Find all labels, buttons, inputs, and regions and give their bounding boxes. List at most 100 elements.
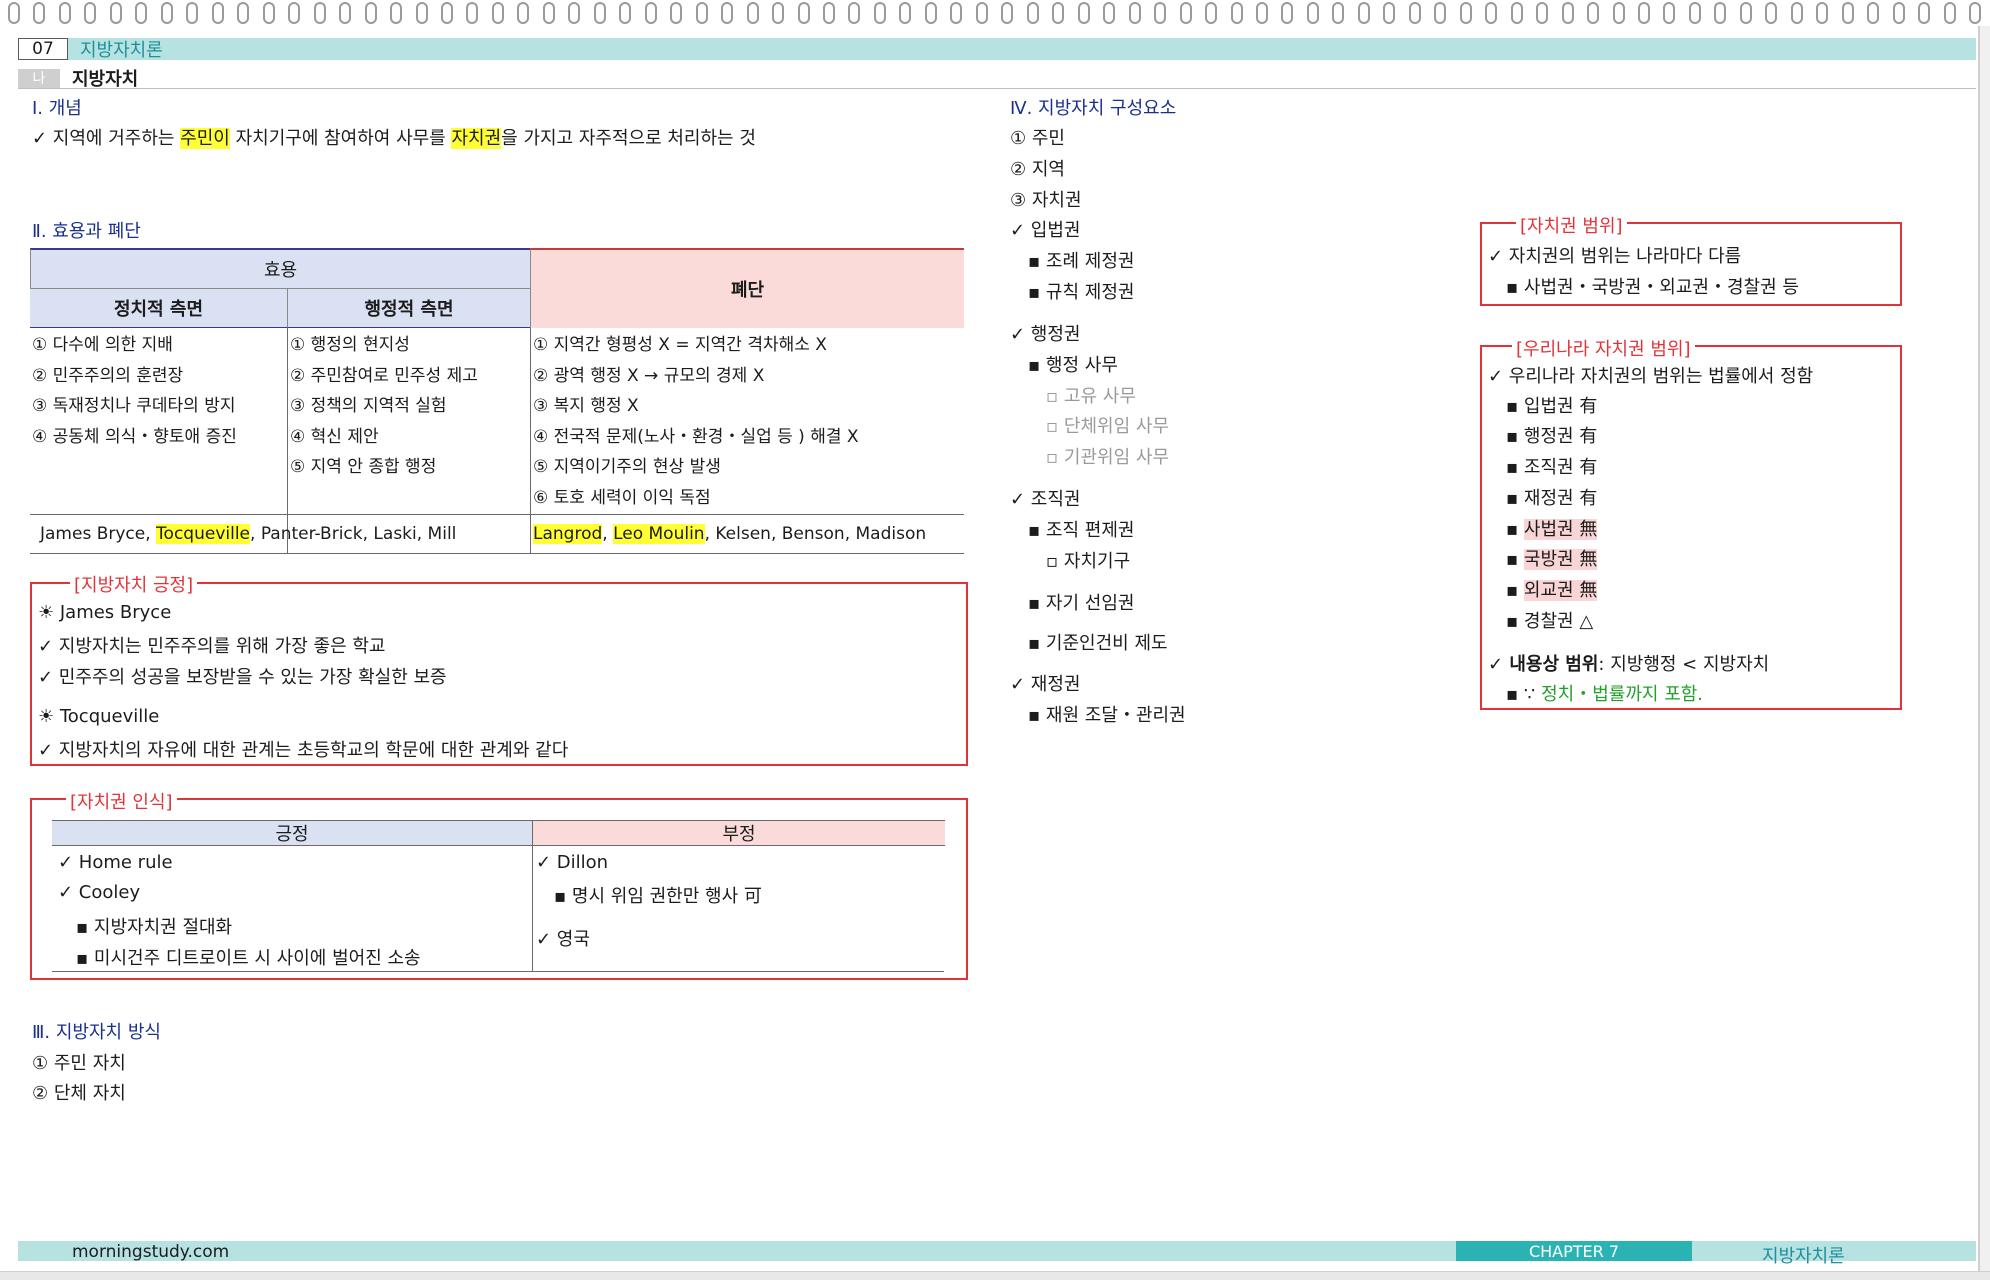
dem-item: ⑤ 지역이기주의 현상 발생 bbox=[533, 457, 721, 477]
binding-ring bbox=[1739, 2, 1752, 24]
pol-item: ② 민주주의의 훈련장 bbox=[32, 365, 184, 386]
adm-item: ③ 정책의 지역적 실험 bbox=[290, 396, 447, 416]
binding-ring bbox=[695, 2, 708, 24]
spiral-binding bbox=[0, 2, 1990, 28]
s4-title: Ⅳ. 지방자치 구성요소 bbox=[1010, 98, 1177, 119]
s4-exe-subsub-2: ▫ 단체위임 사무 bbox=[1046, 416, 1170, 437]
footer-chapter: CHAPTER 7 bbox=[1456, 1241, 1692, 1261]
s4-org-sub-3: ▪ 기준인건비 제도 bbox=[1028, 633, 1168, 654]
korea-no-2: ▪ 국방권 無 bbox=[1506, 549, 1598, 570]
korea-reason: ▪ ∵ 정치・법률까지 포함. bbox=[1506, 680, 1703, 706]
s1-definition: ✓ 지역에 거주하는 주민이 자치기구에 참여하여 사무를 자치권을 가지고 자… bbox=[32, 124, 756, 150]
binding-ring bbox=[848, 2, 861, 24]
scholar-langrod: Langrod bbox=[533, 524, 603, 544]
binding-ring bbox=[746, 2, 759, 24]
s4-item-2: ② 지역 bbox=[1010, 159, 1065, 180]
scholar-leo-moulin: Leo Moulin bbox=[613, 524, 705, 544]
binding-ring bbox=[415, 2, 428, 24]
korea-police: ▪ 경찰권 △ bbox=[1506, 611, 1594, 632]
binding-ring bbox=[1205, 2, 1218, 24]
binding-ring bbox=[1306, 2, 1319, 24]
binding-ring bbox=[1026, 2, 1039, 24]
binding-ring bbox=[58, 2, 71, 24]
recog-neg-header: 부정 bbox=[532, 820, 945, 846]
binding-ring bbox=[1485, 2, 1498, 24]
scope-l2: ▪ 사법권・국방권・외교권・경찰권 등 bbox=[1506, 277, 1799, 298]
adm-item: ① 행정의 현지성 bbox=[290, 335, 410, 355]
page-edge-bottom bbox=[0, 1271, 1990, 1280]
binding-ring bbox=[1408, 2, 1421, 24]
korea-reason-text: 정치・법률까지 포함. bbox=[1541, 684, 1704, 705]
binding-ring bbox=[1587, 2, 1600, 24]
section-tag: 나 bbox=[18, 68, 60, 88]
binding-ring bbox=[950, 2, 963, 24]
section-header: 나 지방자치 bbox=[18, 68, 1976, 90]
s1-hl1: 주민이 bbox=[180, 128, 230, 149]
binding-ring bbox=[1510, 2, 1523, 24]
footer-site[interactable]: morningstudy.com bbox=[72, 1242, 229, 1262]
s4-item-1: ① 주민 bbox=[1010, 128, 1065, 149]
section-title: 지방자치 bbox=[72, 69, 139, 90]
korea-item-4: ▪ 재정권 有 bbox=[1506, 488, 1598, 509]
merit-demerit-table: 효용 폐단 정치적 측면 행정적 측면 ① 다수에 의한 지배 ② 민주주의의 훈… bbox=[30, 248, 964, 554]
s4-exe-subsub-3: ▫ 기관위임 사무 bbox=[1046, 447, 1170, 468]
binding-ring bbox=[1332, 2, 1345, 24]
binding-ring bbox=[1077, 2, 1090, 24]
chapter-header: 07 지방자치론 bbox=[18, 38, 1976, 61]
chapter-number: 07 bbox=[18, 38, 68, 60]
binding-ring bbox=[1383, 2, 1396, 24]
footer-title: 지방자치론 bbox=[1762, 1246, 1845, 1267]
binding-ring bbox=[1357, 2, 1370, 24]
s4-org-subsub: ▫ 자치기구 bbox=[1046, 551, 1131, 572]
admin-list: ① 행정의 현지성 ② 주민참여로 민주성 제고 ③ 정책의 지역적 실험 ④ 혁신 … bbox=[290, 330, 478, 483]
binding-ring bbox=[466, 2, 479, 24]
page-edge-right bbox=[1978, 26, 1990, 1280]
s1-title: Ⅰ. 개념 bbox=[32, 98, 82, 119]
dem-item: ⑥ 토호 세력이 이익 독점 bbox=[533, 487, 711, 508]
binding-ring bbox=[823, 2, 835, 24]
binding-ring bbox=[619, 2, 632, 24]
binding-ring bbox=[237, 2, 250, 24]
pol-item: ④ 공동체 의식・향토애 증진 bbox=[32, 426, 237, 447]
binding-ring bbox=[670, 2, 683, 24]
korea-no-3: ▪ 외교권 無 bbox=[1506, 580, 1598, 601]
binding-ring bbox=[160, 2, 173, 24]
positive-box-title: [지방자치 긍정] bbox=[70, 571, 198, 597]
binding-ring bbox=[1230, 2, 1243, 24]
binding-ring bbox=[33, 2, 46, 24]
scope-l1: ✓ 자치권의 범위는 나라마다 다름 bbox=[1488, 246, 1742, 267]
binding-ring bbox=[262, 2, 275, 24]
recog-pos-header: 긍정 bbox=[52, 820, 532, 846]
s1-mid: 자치기구에 참여하여 사무를 bbox=[229, 128, 452, 149]
merit-scholars: James Bryce, Tocqueville, Panter-Brick, … bbox=[40, 524, 456, 544]
binding-ring bbox=[568, 2, 581, 24]
recog-neg-3: ✓ 영국 bbox=[536, 929, 590, 950]
s3-title: Ⅲ. 지방자치 방식 bbox=[32, 1022, 161, 1043]
binding-ring bbox=[924, 2, 937, 24]
binding-ring bbox=[721, 2, 734, 24]
political-header: 정치적 측면 bbox=[30, 288, 287, 328]
korea-item-2: ▪ 행정권 有 bbox=[1506, 426, 1598, 447]
binding-ring bbox=[1561, 2, 1574, 24]
binding-ring bbox=[593, 2, 606, 24]
binding-ring bbox=[542, 2, 555, 24]
s4-exe-sub: ▪ 행정 사무 bbox=[1028, 355, 1118, 376]
binding-ring bbox=[84, 2, 97, 24]
binding-ring bbox=[186, 2, 199, 24]
dem-item: ④ 전국적 문제(노사・환경・실업 등 ) 해결 X bbox=[533, 426, 859, 447]
binding-ring bbox=[1638, 2, 1650, 24]
binding-ring bbox=[899, 2, 912, 24]
binding-ring bbox=[1001, 2, 1014, 24]
korea-content: ✓ 내용상 범위: 지방행정 < 지방자치 bbox=[1488, 650, 1769, 676]
binding-ring bbox=[797, 2, 810, 24]
adm-item: ⑤ 지역 안 종합 행정 bbox=[290, 457, 437, 477]
korea-content-rest: : 지방행정 < 지방자치 bbox=[1598, 654, 1770, 675]
binding-ring bbox=[440, 2, 453, 24]
binding-ring bbox=[1179, 2, 1192, 24]
positive-l2: ✓ 지방자치는 민주주의를 위해 가장 좋은 학교 bbox=[38, 636, 386, 657]
korea-no-1: ▪ 사법권 無 bbox=[1506, 519, 1598, 540]
s4-leg-sub-1: ▪ 조례 제정권 bbox=[1028, 251, 1135, 272]
binding-ring bbox=[1918, 2, 1931, 24]
binding-ring bbox=[975, 2, 988, 24]
s4-legislative: ✓ 입법권 bbox=[1010, 220, 1081, 241]
